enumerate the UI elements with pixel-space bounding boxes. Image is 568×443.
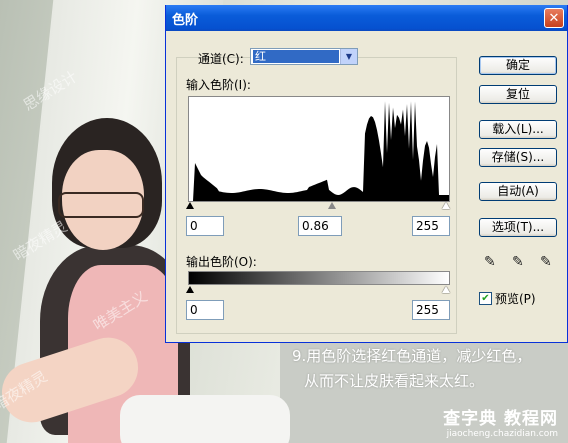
- output-black-field[interactable]: 0: [186, 300, 224, 320]
- input-black-field[interactable]: 0: [186, 216, 224, 236]
- black-eyedropper-icon[interactable]: ✎: [484, 254, 496, 270]
- input-levels-label: 输入色阶(I):: [186, 78, 251, 92]
- dialog-title: 色阶: [172, 12, 199, 28]
- site-watermark: 查字典 教程网 jiaocheng.chazidian.com: [443, 404, 558, 439]
- auto-button[interactable]: 自动(A): [479, 182, 557, 201]
- gray-eyedropper-icon[interactable]: ✎: [512, 254, 524, 270]
- input-black-slider[interactable]: [186, 202, 194, 209]
- site-url: jiaocheng.chazidian.com: [446, 429, 558, 439]
- dialog-titlebar[interactable]: 色阶: [166, 5, 567, 31]
- ok-button[interactable]: 确定: [479, 56, 557, 75]
- preview-label: 预览(P): [495, 292, 536, 306]
- save-button[interactable]: 存储(S)...: [479, 148, 557, 167]
- histogram-graph: [189, 101, 449, 201]
- histogram: [188, 96, 450, 202]
- channel-select[interactable]: 红 ▼: [250, 48, 358, 65]
- tutorial-caption: 9.用色阶选择红色通道，减少红色， 从而不让皮肤看起来太红。: [292, 344, 562, 394]
- output-levels-label: 输出色阶(O):: [186, 255, 257, 269]
- caption-line-2: 从而不让皮肤看起来太红。: [304, 372, 485, 390]
- close-icon[interactable]: ✕: [544, 8, 564, 28]
- input-white-field[interactable]: 255: [412, 216, 450, 236]
- output-white-field[interactable]: 255: [412, 300, 450, 320]
- site-name: 查字典 教程网: [443, 409, 558, 429]
- caption-line-1: 9.用色阶选择红色通道，减少红色，: [292, 347, 532, 365]
- input-white-slider[interactable]: [442, 202, 450, 209]
- levels-dialog: 色阶 ✕ 通道(C): 红 ▼ 输入色阶(I): 0 0.86 255 输出色阶…: [165, 5, 568, 343]
- output-black-slider[interactable]: [186, 286, 194, 293]
- channel-value: 红: [253, 50, 339, 63]
- channel-label: 通道(C):: [198, 52, 244, 66]
- white-eyedropper-icon[interactable]: ✎: [540, 254, 552, 270]
- input-gamma-field[interactable]: 0.86: [298, 216, 342, 236]
- checkbox-checked-icon[interactable]: ✔: [479, 292, 492, 305]
- load-button[interactable]: 载入(L)...: [479, 120, 557, 139]
- options-button[interactable]: 选项(T)...: [479, 218, 557, 237]
- input-gamma-slider[interactable]: [328, 202, 336, 209]
- preview-checkbox[interactable]: ✔ 预览(P): [479, 290, 536, 307]
- output-white-slider[interactable]: [442, 286, 450, 293]
- output-gradient-bar: [188, 271, 450, 285]
- chevron-down-icon[interactable]: ▼: [340, 49, 357, 64]
- reset-button[interactable]: 复位: [479, 85, 557, 104]
